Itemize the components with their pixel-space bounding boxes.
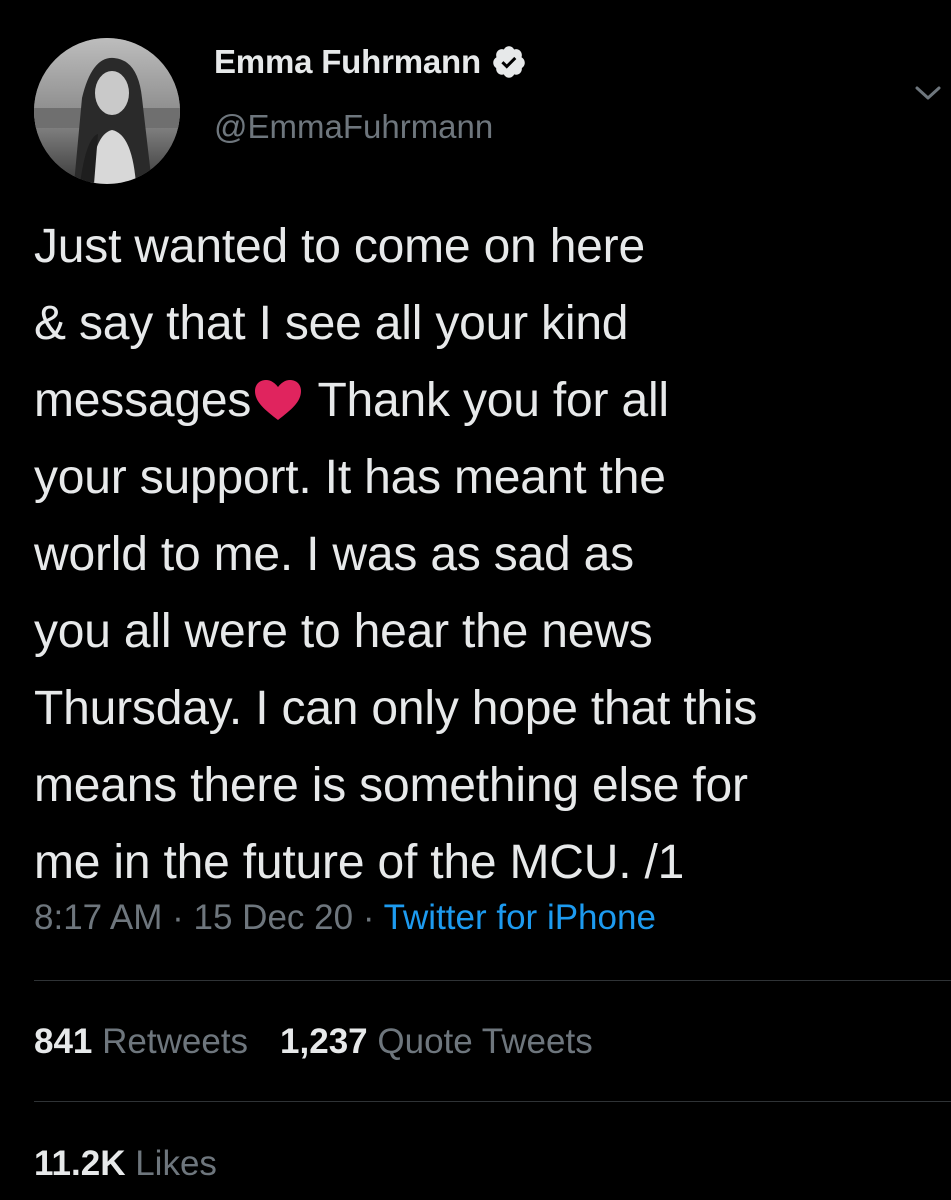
quote-tweets-stat[interactable]: 1,237 Quote Tweets [280,1022,593,1062]
tweet-text: Just wanted to come on here & say that I… [34,208,949,901]
meta-separator: · [162,898,194,937]
tweet-meta: 8:17 AM · 15 Dec 20 · Twitter for iPhone [34,898,656,938]
author-handle[interactable]: @EmmaFuhrmann [214,108,493,146]
tweet-source-link[interactable]: Twitter for iPhone [384,898,656,937]
tweet-text-line: your support. It has meant the [34,451,666,504]
tweet-text-fragment: messages [34,374,252,427]
retweets-label: Retweets [102,1022,249,1061]
tweet-text-line: me in the future of the MCU. /1 [34,836,685,889]
retweets-stat[interactable]: 841 Retweets [34,1022,248,1062]
chevron-down-icon[interactable] [913,82,943,104]
likes-stats: 11.2K Likes [34,1144,249,1184]
tweet-text-line: & say that I see all your kind [34,297,629,350]
tweet-text-fragment: Thank you for all [305,374,669,427]
divider [34,1101,951,1102]
quote-tweets-label: Quote Tweets [377,1022,593,1061]
tweet-text-line: Thursday. I can only hope that this [34,682,758,735]
retweets-count: 841 [34,1022,93,1061]
tweet-date[interactable]: 15 Dec 20 [194,898,354,937]
tweet-text-line: means there is something else for [34,759,748,812]
red-heart-emoji-icon [255,380,302,420]
meta-separator: · [353,898,384,937]
tweet-text-line: you all were to hear the news [34,605,653,658]
divider [34,980,951,981]
tweet-text-line: Just wanted to come on here [34,220,645,273]
likes-stat[interactable]: 11.2K Likes [34,1144,217,1184]
engagement-stats: 841 Retweets 1,237 Quote Tweets [34,1022,625,1062]
avatar[interactable] [34,38,180,184]
likes-count: 11.2K [34,1144,126,1183]
tweet-header: Emma Fuhrmann @EmmaFuhrmann [34,38,951,184]
likes-label: Likes [135,1144,217,1183]
tweet-time[interactable]: 8:17 AM [34,898,162,937]
quote-tweets-count: 1,237 [280,1022,368,1061]
avatar-photo [34,38,180,184]
verified-badge-icon [493,46,525,78]
tweet-text-line: world to me. I was as sad as [34,528,634,581]
tweet-text-line: messages Thank you for all [34,362,949,439]
author-name-row: Emma Fuhrmann [214,40,527,84]
author-display-name[interactable]: Emma Fuhrmann [214,43,481,81]
